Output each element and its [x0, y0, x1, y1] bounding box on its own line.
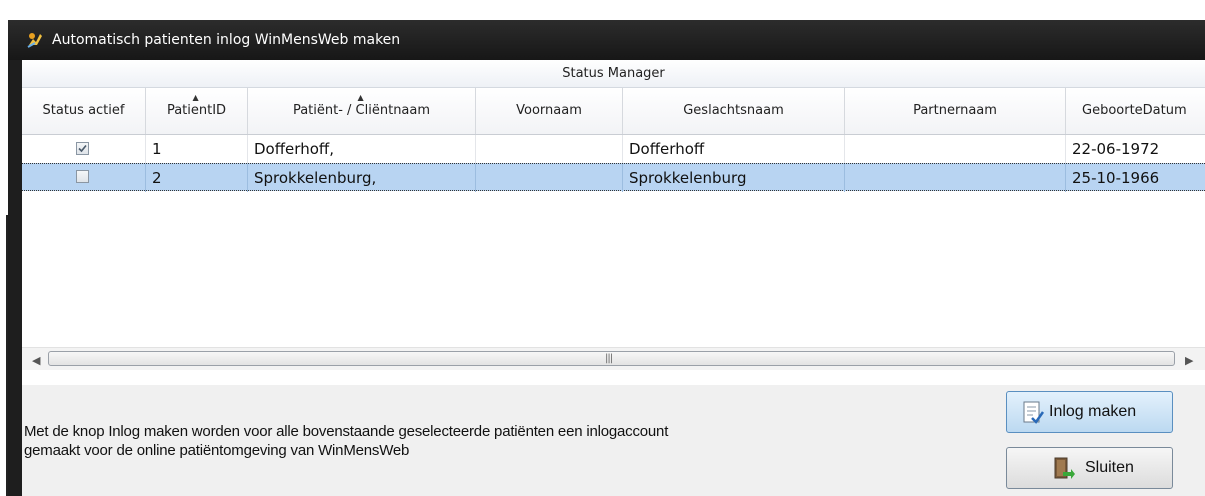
table-row-selected[interactable]: 2 Sprokkelenburg, Sprokkelenburg 25-10-1… — [22, 163, 1205, 192]
grid-caption: Status Manager — [22, 60, 1205, 88]
patientid-cell[interactable]: 1 — [146, 135, 248, 163]
window-title: Automatisch patienten inlog WinMensWeb m… — [52, 32, 401, 48]
status-checkbox-checked[interactable] — [76, 142, 89, 155]
surname-cell[interactable]: Dofferhoff — [623, 135, 845, 163]
column-header-name[interactable]: ▲ Patiënt- / Cliëntnaam — [248, 88, 476, 134]
birthdate-cell[interactable]: 25-10-1966 — [1066, 164, 1205, 192]
grip-icon: ||| — [605, 353, 613, 364]
name-cell[interactable]: Dofferhoff, — [248, 135, 476, 163]
table-row[interactable]: 1 Dofferhoff, Dofferhoff 22-06-1972 — [22, 135, 1205, 163]
patientid-cell[interactable]: 2 — [146, 164, 248, 192]
name-cell[interactable]: Sprokkelenburg, — [248, 164, 476, 192]
app-icon — [27, 33, 42, 48]
column-header-birthdate[interactable]: GeboorteDatum — [1066, 88, 1205, 134]
status-cell[interactable] — [22, 164, 146, 192]
status-grid: Status Manager Status actief ▲ PatientID … — [22, 60, 1205, 385]
column-header-firstname[interactable]: Voornaam — [476, 88, 623, 134]
scroll-left-icon[interactable]: ◀ — [32, 354, 40, 367]
checkmark-icon — [78, 144, 87, 153]
dialog-window: Automatisch patienten inlog WinMensWeb m… — [8, 20, 1205, 496]
column-header-status[interactable]: Status actief — [22, 88, 146, 134]
close-button[interactable]: Sluiten — [1006, 447, 1173, 489]
birthdate-cell[interactable]: 22-06-1972 — [1066, 135, 1205, 163]
info-text: Met de knop Inlog maken worden voor alle… — [24, 422, 984, 460]
horizontal-scrollbar[interactable]: ◀ ||| ▶ — [22, 347, 1205, 370]
column-header-partner[interactable]: Partnernaam — [845, 88, 1066, 134]
scroll-right-icon[interactable]: ▶ — [1185, 354, 1193, 367]
login-button[interactable]: Inlog maken — [1006, 391, 1173, 433]
sort-ascending-icon: ▲ — [192, 93, 199, 102]
info-line-2: gemaakt voor de online patiëntomgeving v… — [24, 442, 410, 459]
status-cell[interactable] — [22, 135, 146, 163]
grid-header: Status actief ▲ PatientID ▲ Patiënt- / Cli… — [22, 88, 1205, 135]
dialog-content: Status Manager Status actief ▲ PatientID … — [22, 60, 1205, 496]
column-header-patientid[interactable]: ▲ PatientID — [146, 88, 248, 134]
firstname-cell[interactable] — [476, 164, 623, 192]
close-button-label: Sluiten — [1085, 459, 1134, 476]
scrollbar-thumb[interactable]: ||| — [48, 351, 1175, 366]
exit-door-icon — [1054, 457, 1075, 479]
title-bar[interactable]: Automatisch patienten inlog WinMensWeb m… — [8, 20, 1205, 60]
info-line-1: Met de knop Inlog maken worden voor alle… — [24, 423, 669, 440]
document-check-icon — [1023, 401, 1045, 424]
firstname-cell[interactable] — [476, 135, 623, 163]
column-header-surname[interactable]: Geslachtsnaam — [623, 88, 845, 134]
surname-cell[interactable]: Sprokkelenburg — [623, 164, 845, 192]
partner-cell[interactable] — [845, 135, 1066, 163]
login-button-label: Inlog maken — [1049, 403, 1137, 420]
partner-cell[interactable] — [845, 164, 1066, 192]
sort-ascending-icon: ▲ — [357, 93, 364, 102]
status-checkbox-unchecked[interactable] — [76, 170, 89, 183]
